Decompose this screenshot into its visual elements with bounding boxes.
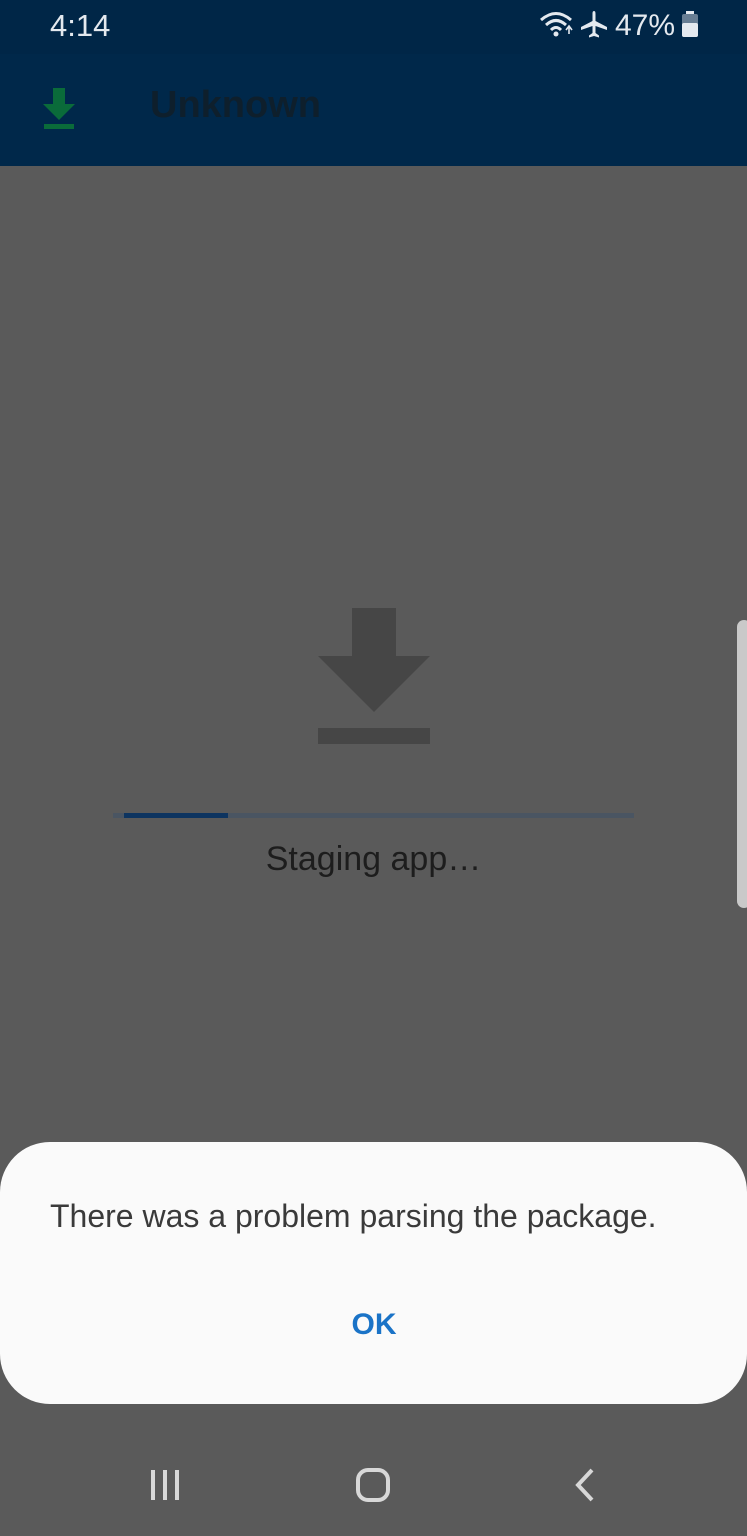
home-icon[interactable]: [354, 1466, 394, 1506]
status-icons: 47%: [539, 6, 699, 46]
battery-percent: 47%: [614, 9, 675, 42]
status-bar: 4:14 47%: [0, 0, 747, 54]
dialog-message: There was a problem parsing the package.: [50, 1198, 657, 1234]
ok-button[interactable]: OK: [323, 1298, 425, 1352]
back-icon[interactable]: [566, 1466, 606, 1506]
download-icon: [36, 84, 82, 130]
navigation-bar: [0, 1430, 747, 1536]
wifi-icon: [539, 9, 573, 44]
progress-bar: [113, 813, 634, 818]
error-dialog: There was a problem parsing the package.…: [0, 1142, 747, 1404]
battery-icon: [681, 10, 699, 43]
download-icon: [316, 606, 432, 746]
airplane-icon: [579, 9, 609, 44]
progress-fill: [124, 813, 228, 818]
progress-label: Staging app…: [265, 840, 482, 878]
status-time: 4:14: [50, 8, 111, 43]
app-bar: Unknown: [0, 54, 747, 166]
edge-panel-handle[interactable]: [737, 620, 747, 908]
recent-apps-icon[interactable]: [146, 1466, 186, 1506]
app-title: Unknown: [150, 84, 321, 126]
